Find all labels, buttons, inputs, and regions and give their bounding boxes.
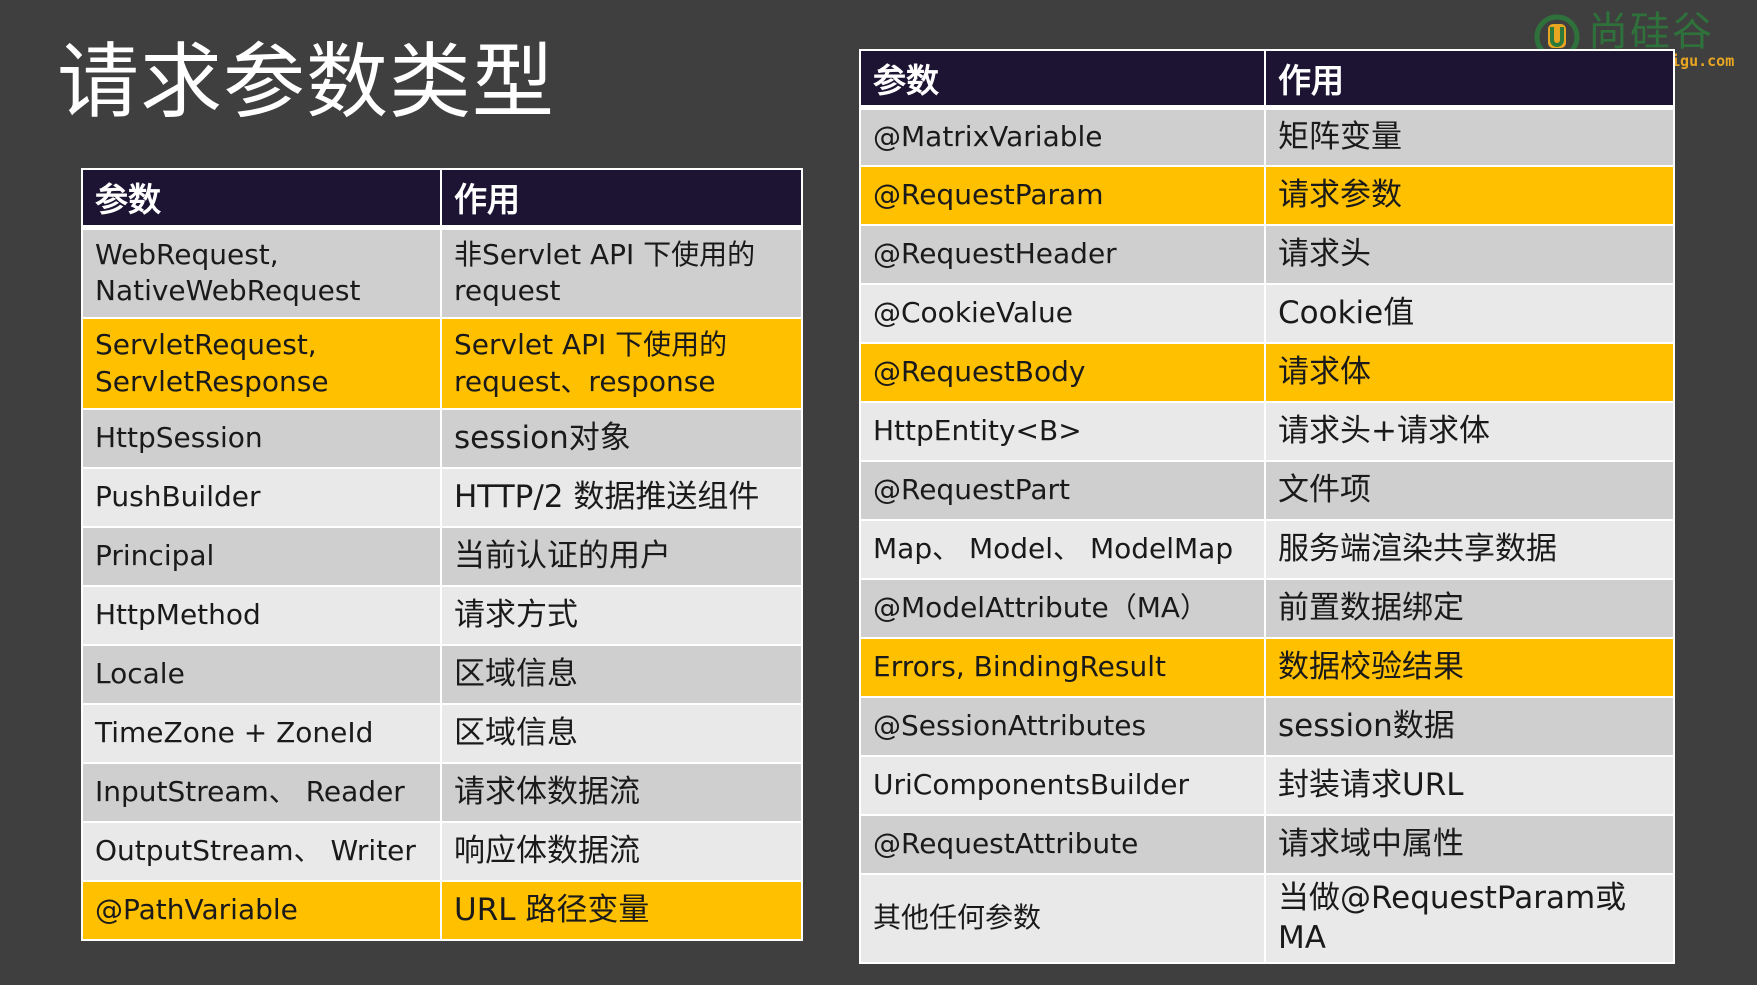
table-row: OutputStream、 Writer 响应体数据流	[82, 822, 803, 882]
left-param-table: 参数 作用 WebRequest, NativeWebRequest 非Servle…	[81, 168, 803, 941]
purpose-cell: 请求方式	[441, 586, 803, 646]
param-cell: @RequestBody	[860, 343, 1266, 403]
param-cell: ServletRequest, ServletResponse	[82, 318, 442, 410]
table-row: @RequestPart 文件项	[860, 461, 1675, 521]
table-row: @RequestBody 请求体	[860, 343, 1675, 403]
right-table-body: @MatrixVariable 矩阵变量 @RequestParam 请求参数 @Req…	[860, 107, 1675, 964]
table-row: Principal 当前认证的用户	[82, 527, 803, 587]
table-row: @RequestAttribute 请求域中属性	[860, 815, 1675, 875]
purpose-cell: 请求域中属性	[1265, 815, 1675, 875]
table-row: Locale 区域信息	[82, 645, 803, 705]
header-purpose: 作用	[1265, 50, 1675, 110]
table-header-row: 参数 作用	[82, 169, 803, 230]
table-row: HttpSession session对象	[82, 409, 803, 469]
purpose-cell: session对象	[441, 409, 803, 469]
param-cell: @RequestParam	[860, 166, 1266, 226]
purpose-cell: Servlet API 下使用的 request、response	[441, 318, 803, 410]
purpose-cell: 矩阵变量	[1265, 107, 1675, 167]
param-cell: UriComponentsBuilder	[860, 756, 1266, 816]
purpose-cell: 封装请求URL	[1265, 756, 1675, 816]
table-row: WebRequest, NativeWebRequest 非Servlet API …	[82, 227, 803, 319]
purpose-cell: 区域信息	[441, 645, 803, 705]
left-table-body: WebRequest, NativeWebRequest 非Servlet API …	[82, 227, 803, 941]
header-param: 参数	[82, 169, 442, 230]
param-line: NativeWebRequest	[95, 274, 361, 308]
table-row: ServletRequest, ServletResponse Servlet AP…	[82, 318, 803, 410]
table-row: HttpMethod 请求方式	[82, 586, 803, 646]
purpose-cell: 数据校验结果	[1265, 638, 1675, 698]
purpose-cell: 当前认证的用户	[441, 527, 803, 587]
purpose-cell: 非Servlet API 下使用的 request	[441, 227, 803, 319]
param-line: ServletRequest,	[95, 328, 317, 362]
param-cell: @SessionAttributes	[860, 697, 1266, 757]
table-row: PushBuilder HTTP/2 数据推送组件	[82, 468, 803, 528]
table-row: @ModelAttribute（MA） 前置数据绑定	[860, 579, 1675, 639]
param-cell: @ModelAttribute（MA）	[860, 579, 1266, 639]
purpose-cell: 请求体数据流	[441, 763, 803, 823]
purpose-cell: HTTP/2 数据推送组件	[441, 468, 803, 528]
table-row: 其他任何参数 当做@RequestParam或MA	[860, 874, 1675, 964]
purpose-cell: 前置数据绑定	[1265, 579, 1675, 639]
param-cell: 其他任何参数	[860, 874, 1266, 964]
table-row: UriComponentsBuilder 封装请求URL	[860, 756, 1675, 816]
purpose-cell: 当做@RequestParam或MA	[1265, 874, 1675, 964]
param-cell: Errors, BindingResult	[860, 638, 1266, 698]
table-row: @RequestParam 请求参数	[860, 166, 1675, 226]
header-param: 参数	[860, 50, 1266, 110]
purpose-line: request	[454, 274, 561, 308]
param-cell: HttpMethod	[82, 586, 442, 646]
purpose-line: Servlet API 下使用的	[454, 328, 728, 362]
param-cell: @RequestAttribute	[860, 815, 1266, 875]
param-cell: PushBuilder	[82, 468, 442, 528]
param-cell: @RequestPart	[860, 461, 1266, 521]
purpose-cell: session数据	[1265, 697, 1675, 757]
purpose-cell: 请求头+请求体	[1265, 402, 1675, 462]
param-cell: Map、 Model、 ModelMap	[860, 520, 1266, 580]
purpose-cell: 响应体数据流	[441, 822, 803, 882]
table-row: InputStream、 Reader 请求体数据流	[82, 763, 803, 823]
param-cell: Principal	[82, 527, 442, 587]
param-cell: @PathVariable	[82, 881, 442, 941]
purpose-cell: 服务端渲染共享数据	[1265, 520, 1675, 580]
purpose-cell: URL 路径变量	[441, 881, 803, 941]
table-row: @CookieValue Cookie值	[860, 284, 1675, 344]
header-purpose: 作用	[441, 169, 803, 230]
purpose-cell: 请求体	[1265, 343, 1675, 403]
table-row: TimeZone + ZoneId 区域信息	[82, 704, 803, 764]
right-param-table: 参数 作用 @MatrixVariable 矩阵变量 @RequestParam 请求…	[859, 49, 1675, 964]
param-cell: InputStream、 Reader	[82, 763, 442, 823]
table-row: @MatrixVariable 矩阵变量	[860, 107, 1675, 167]
param-cell: @MatrixVariable	[860, 107, 1266, 167]
table-row: Errors, BindingResult 数据校验结果	[860, 638, 1675, 698]
param-cell: WebRequest, NativeWebRequest	[82, 227, 442, 319]
param-cell: @RequestHeader	[860, 225, 1266, 285]
purpose-cell: 请求头	[1265, 225, 1675, 285]
param-cell: HttpSession	[82, 409, 442, 469]
param-cell: @CookieValue	[860, 284, 1266, 344]
table-row: @SessionAttributes session数据	[860, 697, 1675, 757]
param-cell: OutputStream、 Writer	[82, 822, 442, 882]
param-cell: HttpEntity<B>	[860, 402, 1266, 462]
table-header-row: 参数 作用	[860, 50, 1675, 110]
purpose-cell: 请求参数	[1265, 166, 1675, 226]
purpose-cell: Cookie值	[1265, 284, 1675, 344]
slide-title: 请求参数类型	[57, 35, 556, 130]
purpose-line: 非Servlet API 下使用的	[454, 237, 756, 271]
table-row: HttpEntity<B> 请求头+请求体	[860, 402, 1675, 462]
table-row: @RequestHeader 请求头	[860, 225, 1675, 285]
param-line: ServletResponse	[95, 364, 329, 398]
purpose-line: request、response	[454, 364, 716, 398]
purpose-cell: 文件项	[1265, 461, 1675, 521]
purpose-cell: 区域信息	[441, 704, 803, 764]
param-cell: Locale	[82, 645, 442, 705]
table-row: Map、 Model、 ModelMap 服务端渲染共享数据	[860, 520, 1675, 580]
table-row: @PathVariable URL 路径变量	[82, 881, 803, 941]
param-cell: TimeZone + ZoneId	[82, 704, 442, 764]
param-line: WebRequest,	[95, 237, 279, 271]
